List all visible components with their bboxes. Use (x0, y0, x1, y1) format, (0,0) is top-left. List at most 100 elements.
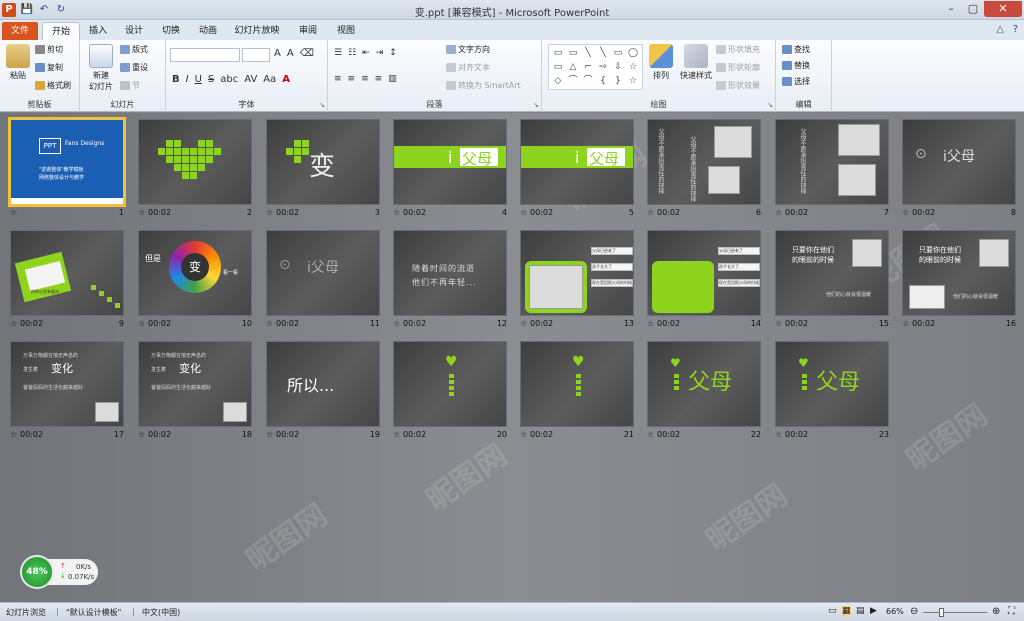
shape-icon[interactable]: ⇩ (611, 61, 625, 74)
theme-label[interactable]: "默认设计模板" (66, 607, 121, 618)
slide-sorter-view-icon[interactable]: ▦ (842, 606, 851, 616)
transition-icon[interactable]: ☆ (393, 319, 400, 328)
shape-icon[interactable]: ╲ (596, 47, 610, 60)
fit-window-icon[interactable]: ⛶ (1008, 606, 1015, 617)
network-monitor-widget[interactable]: ↑ 0K/s ↓ 0.07K/s 48% (20, 555, 98, 589)
decrease-indent-icon[interactable]: ⇤ (362, 48, 370, 58)
shape-icon[interactable]: ▭ (566, 47, 580, 60)
shape-icon[interactable]: ⇨ (596, 61, 610, 74)
language-label[interactable]: 中文(中国) (142, 607, 180, 618)
line-spacing-icon[interactable]: ↕ (389, 48, 397, 58)
increase-indent-icon[interactable]: ⇥ (376, 48, 384, 58)
slide-thumbnail[interactable]: 万事万物都在悄无声息的 发生着 变化 爸爸妈妈的生活也越来越好 ☆ 00:02 17 (8, 337, 126, 439)
slide-thumbnail[interactable]: ♥ 父母 ☆ 00:02 22 (645, 337, 763, 439)
slide-thumbnail[interactable]: ⊙ i父母 ☆ 00:02 8 (900, 115, 1018, 217)
slide-thumbnail[interactable]: ♥ ☆ 00:02 20 (391, 337, 509, 439)
slide-thumbnail[interactable]: ♥ 父母 ☆ 00:02 23 (773, 337, 891, 439)
transition-icon[interactable]: ☆ (266, 208, 273, 217)
transition-icon[interactable]: ☆ (775, 208, 782, 217)
shape-icon[interactable]: ╲ (581, 47, 595, 60)
format-painter-button[interactable]: 格式刷 (35, 80, 71, 91)
transition-icon[interactable]: ☆ (138, 319, 145, 328)
numbering-icon[interactable]: ☷ (348, 48, 356, 58)
align-text-button[interactable]: 对齐文本 (446, 62, 490, 73)
transition-icon[interactable]: ☆ (647, 430, 654, 439)
transition-icon[interactable]: ☆ (902, 319, 909, 328)
align-right-icon[interactable]: ≡ (361, 74, 369, 84)
find-button[interactable]: 查找 (782, 44, 810, 55)
new-slide-button[interactable]: 新建 幻灯片 (84, 44, 118, 92)
tab-review[interactable]: 审阅 (292, 22, 324, 40)
font-color-button[interactable]: A (282, 74, 290, 85)
memory-usage-gauge[interactable]: 48% (20, 555, 54, 589)
tab-transitions[interactable]: 切换 (155, 22, 187, 40)
tab-file[interactable]: 文件 (2, 22, 38, 40)
shape-icon[interactable]: △ (566, 61, 580, 74)
slide-thumbnail[interactable]: 父母已经老了 孩子长大了 现在是回报父母的时候 ☆ 00:02 13 (518, 226, 636, 328)
transition-icon[interactable]: ☆ (775, 319, 782, 328)
tab-view[interactable]: 视图 (330, 22, 362, 40)
shape-icon[interactable]: ⌐ (581, 61, 595, 74)
shape-icon[interactable]: ◯ (626, 47, 640, 60)
help-icon[interactable]: ? (1013, 24, 1018, 35)
transition-icon[interactable]: ☆ (138, 208, 145, 217)
shape-icon[interactable]: ⌒ (566, 75, 580, 88)
normal-view-icon[interactable]: ▭ (828, 606, 837, 616)
slide-thumbnail[interactable]: 父母不愿承担责任的抉择 ☆ 00:02 7 (773, 115, 891, 217)
slide-thumbnail[interactable]: 只要你在他们 的眼前的时候 他们的心就会很温暖 ☆ 00:02 15 (773, 226, 891, 328)
font-name-box[interactable] (170, 48, 240, 62)
shape-icon[interactable]: ☆ (626, 75, 640, 88)
slide-thumbnail[interactable]: PPT Fans Designs "逆袭整体"教学模板 网络整体设计与教学 ☆ 1 (8, 115, 126, 217)
char-spacing-button[interactable]: AV (244, 74, 257, 85)
cut-button[interactable]: 剪切 (35, 44, 63, 55)
shadow-button[interactable]: abc (220, 74, 238, 85)
slideshow-view-icon[interactable]: ▶ (870, 606, 877, 616)
slide-thumbnail[interactable]: 你的心里有爱吗 ☆ 00:02 9 (8, 226, 126, 328)
minimize-button[interactable]: – (940, 1, 962, 17)
shape-icon[interactable]: ☆ (626, 61, 640, 74)
select-button[interactable]: 选择 (782, 76, 810, 87)
transition-icon[interactable]: ☆ (647, 208, 654, 217)
text-direction-button[interactable]: 文字方向 (446, 44, 490, 55)
reset-button[interactable]: 重设 (120, 62, 148, 73)
tab-animations[interactable]: 动画 (192, 22, 224, 40)
slide-thumbnail[interactable]: 父母不愿承担责任的抉择 父母不愿承担责任的抉择 ☆ 00:02 6 (645, 115, 763, 217)
zoom-slider-knob[interactable] (939, 608, 944, 617)
transition-icon[interactable]: ☆ (10, 208, 17, 217)
transition-icon[interactable]: ☆ (393, 208, 400, 217)
minimize-ribbon-icon[interactable]: △ (996, 24, 1004, 35)
shape-icon[interactable]: ▭ (611, 47, 625, 60)
transition-icon[interactable]: ☆ (520, 208, 527, 217)
slide-thumbnail[interactable]: 只要你在他们 的眼前的时候 他们的心就会很温暖 ☆ 00:02 16 (900, 226, 1018, 328)
slide-sorter[interactable]: 昵图网 昵图网 昵图网 昵图网 昵图网 昵图网 PPT Fans Designs… (0, 113, 1024, 602)
slide-thumbnail[interactable]: 随着时间的流逝 他们不再年轻... ☆ 00:02 12 (391, 226, 509, 328)
transition-icon[interactable]: ☆ (393, 430, 400, 439)
slide-thumbnail[interactable]: ☆ 00:02 2 (136, 115, 254, 217)
transition-icon[interactable]: ☆ (266, 430, 273, 439)
shape-fill-button[interactable]: 形状填充 (716, 44, 760, 55)
zoom-level[interactable]: 66% (886, 607, 904, 616)
bullets-icon[interactable]: ☰ (334, 48, 342, 58)
layout-button[interactable]: 版式 (120, 44, 148, 55)
shrink-font-button[interactable]: A (287, 48, 294, 59)
change-case-button[interactable]: Aa (263, 74, 276, 85)
slide-thumbnail[interactable]: i 父母 ☆ 00:02 5 (518, 115, 636, 217)
transition-icon[interactable]: ☆ (138, 430, 145, 439)
slide-thumbnail[interactable]: ⊙ i父母 ☆ 00:02 11 (264, 226, 382, 328)
justify-icon[interactable]: ≡ (375, 74, 383, 84)
transition-icon[interactable]: ☆ (902, 208, 909, 217)
dialog-launcher-icon[interactable]: ↘ (533, 101, 539, 109)
zoom-slider[interactable] (923, 612, 987, 613)
section-button[interactable]: 节 (120, 80, 140, 91)
shape-icon[interactable]: ◇ (551, 75, 565, 88)
align-center-icon[interactable]: ≡ (348, 74, 356, 84)
slide-thumbnail[interactable]: 变 ☆ 00:02 3 (264, 115, 382, 217)
clear-format-icon[interactable]: ⌫ (300, 48, 314, 59)
italic-button[interactable]: I (186, 74, 189, 85)
slide-thumbnail[interactable]: i 父母 ☆ 00:02 4 (391, 115, 509, 217)
reading-view-icon[interactable]: ▤ (856, 606, 865, 616)
tab-insert[interactable]: 插入 (82, 22, 114, 40)
transition-icon[interactable]: ☆ (647, 319, 654, 328)
zoom-in-icon[interactable]: ⊕ (992, 606, 1000, 617)
columns-icon[interactable]: ▥ (388, 74, 397, 84)
